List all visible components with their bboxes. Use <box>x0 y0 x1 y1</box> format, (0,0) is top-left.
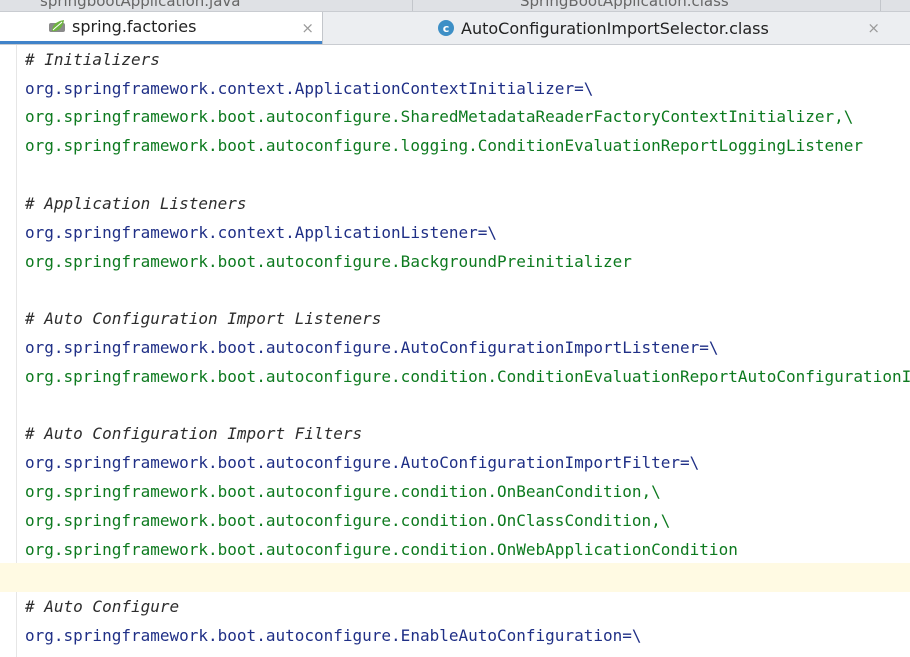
code-line[interactable]: org.springframework.boot.autoconfigure.c… <box>0 535 910 564</box>
comment-line[interactable]: # Initializers <box>0 45 910 74</box>
code-line[interactable]: org.springframework.boot.autoconfigure.l… <box>0 131 910 160</box>
property-value: org.springframework.boot.autoconfigure.c… <box>25 482 661 501</box>
comment-line[interactable]: # Auto Configuration Import Listeners <box>0 304 910 333</box>
tab-separator <box>322 12 323 44</box>
upper-tab-1[interactable]: springbootApplication.java <box>40 0 240 10</box>
spring-leaf-icon <box>49 19 65 32</box>
editor-tab-bar: spring.factories × c AutoConfigurationIm… <box>0 12 910 45</box>
blank-line[interactable] <box>0 563 910 592</box>
property-value: org.springframework.boot.autoconfigure.S… <box>25 107 854 126</box>
code-line[interactable]: org.springframework.context.ApplicationL… <box>0 218 910 247</box>
code-line[interactable]: org.springframework.boot.autoconfigure.c… <box>0 477 910 506</box>
comment-line[interactable]: # Application Listeners <box>0 189 910 218</box>
tab-label: spring.factories <box>72 17 197 36</box>
tab-label: AutoConfigurationImportSelector.class <box>461 18 769 38</box>
upper-tab-separator <box>412 0 413 11</box>
close-tab-icon[interactable]: × <box>867 19 880 37</box>
property-value: org.springframework.boot.autoconfigure.c… <box>25 367 910 386</box>
property-key: org.springframework.boot.autoconfigure.A… <box>25 338 719 357</box>
code-line[interactable]: org.springframework.boot.autoconfigure.A… <box>0 448 910 477</box>
code-line[interactable]: org.springframework.boot.autoconfigure.c… <box>0 506 910 535</box>
code-line[interactable]: org.springframework.context.ApplicationC… <box>0 74 910 103</box>
tab-autoconfiguration-import-selector[interactable]: c AutoConfigurationImportSelector.class … <box>323 12 888 44</box>
code-line[interactable]: org.springframework.boot.autoconfigure.c… <box>0 362 910 391</box>
code-editor[interactable]: # Initializers org.springframework.contex… <box>0 45 910 657</box>
comment-text: # Application Listeners <box>25 194 247 213</box>
property-key: org.springframework.context.ApplicationL… <box>25 223 498 242</box>
code-line[interactable]: org.springframework.boot.autoconfigure.A… <box>0 333 910 362</box>
upper-tab-row: springbootApplication.java SpringBootApp… <box>0 0 910 12</box>
comment-text: # Initializers <box>25 50 160 69</box>
code-line[interactable]: org.springframework.boot.autoconfigure.E… <box>0 621 910 650</box>
comment-line[interactable]: # Auto Configuration Import Filters <box>0 419 910 448</box>
property-value: org.springframework.boot.autoconfigure.c… <box>25 540 738 559</box>
property-value: org.springframework.boot.autoconfigure.B… <box>25 252 632 271</box>
blank-line[interactable] <box>0 160 910 189</box>
comment-text: # Auto Configuration Import Filters <box>25 424 363 443</box>
property-value: org.springframework.boot.autoconfigure.l… <box>25 136 864 155</box>
property-value: org.springframework.boot.autoconfigure.c… <box>25 511 671 530</box>
code-line[interactable]: org.springframework.boot.autoconfigure.S… <box>0 102 910 131</box>
blank-line[interactable] <box>0 391 910 420</box>
property-key: org.springframework.boot.autoconfigure.A… <box>25 453 700 472</box>
class-file-icon: c <box>438 20 454 36</box>
upper-tab-separator <box>880 0 881 11</box>
comment-line[interactable]: # Auto Configure <box>0 592 910 621</box>
tab-spring-factories[interactable]: spring.factories × <box>0 12 322 44</box>
svg-text:c: c <box>443 22 450 35</box>
comment-text: # Auto Configure <box>25 597 180 616</box>
blank-line[interactable] <box>0 275 910 304</box>
upper-tab-2[interactable]: SpringBootApplication.class <box>520 0 729 10</box>
comment-text: # Auto Configuration Import Listeners <box>25 309 382 328</box>
property-key: org.springframework.context.ApplicationC… <box>25 79 594 98</box>
property-key: org.springframework.boot.autoconfigure.E… <box>25 626 642 645</box>
code-line[interactable]: org.springframework.boot.autoconfigure.B… <box>0 247 910 276</box>
close-tab-icon[interactable]: × <box>301 19 314 37</box>
